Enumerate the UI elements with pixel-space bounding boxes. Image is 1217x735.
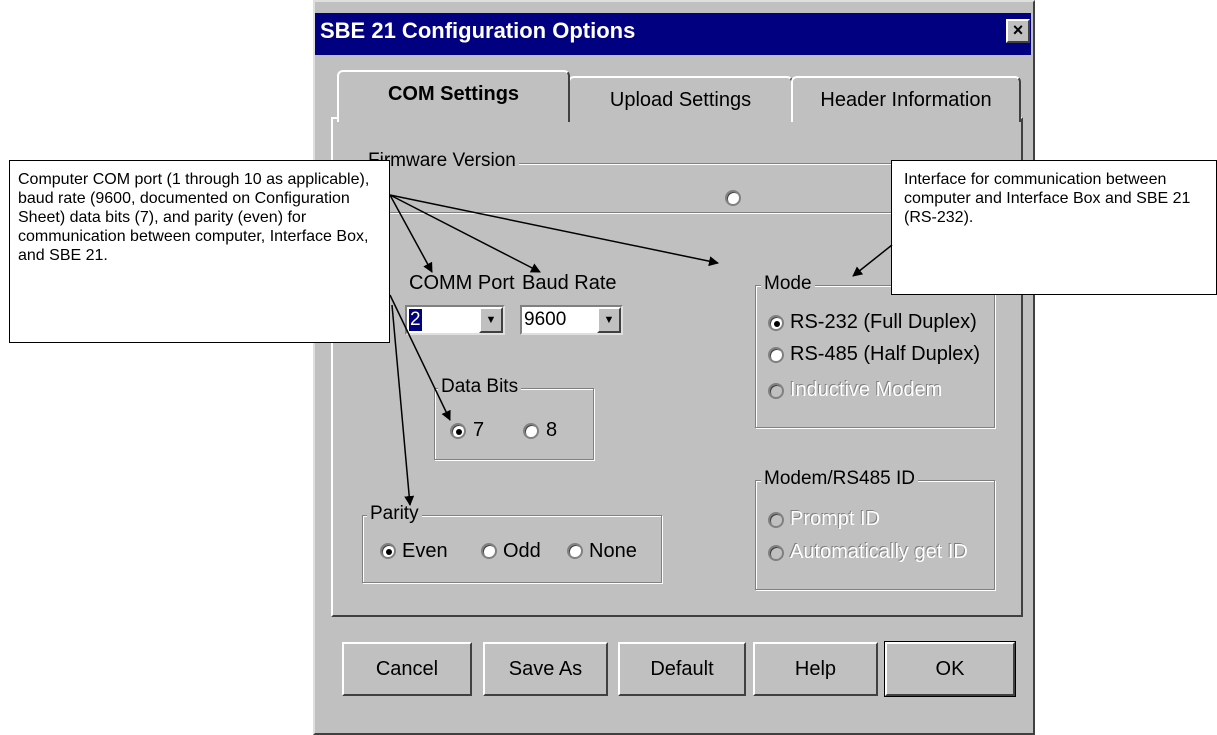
- arrow-to-firmware: [389, 194, 719, 267]
- callout-arrows: [389, 194, 893, 506]
- arrow-to-baud-rate: [389, 194, 541, 273]
- arrow-to-parity: [391, 304, 415, 506]
- arrow-to-mode: [852, 244, 893, 277]
- arrow-to-data-bits: [389, 294, 451, 421]
